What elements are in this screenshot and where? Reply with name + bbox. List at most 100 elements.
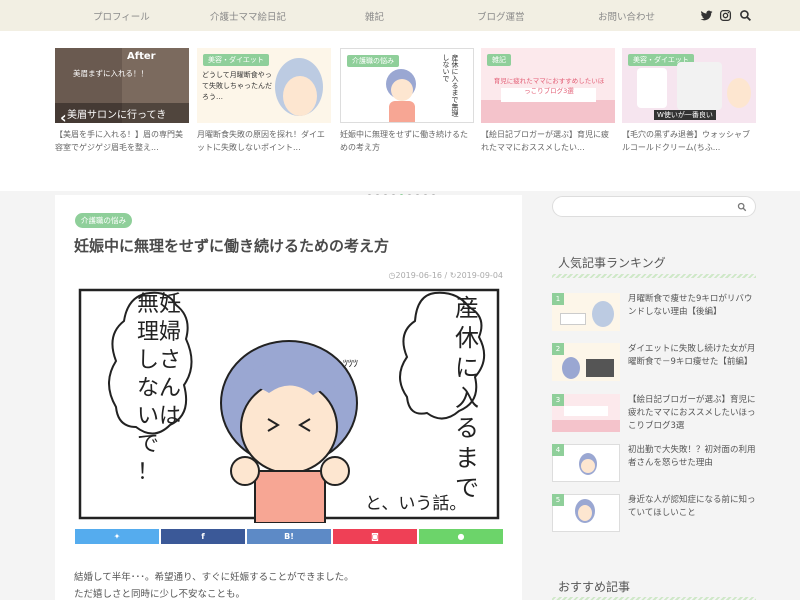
slide-thumbnail: 雑記 育児に疲れたママにおすすめしたいほっこりブログ3選 — [481, 48, 615, 123]
featured-carousel: After 美眉まずに入れる！！ 美眉サロンに行ってきた！！ 【美眉を手に入れる… — [0, 31, 800, 197]
search-icon[interactable] — [737, 202, 747, 212]
hero-char: 理 — [137, 320, 160, 345]
slide-caption[interactable]: 妊娠中に無理をせずに働き続けるための考え方 — [340, 128, 474, 156]
date-separator: / — [444, 271, 448, 280]
slide-overlay-text: 美眉まずに入れる！！ — [73, 69, 148, 78]
slide-caption[interactable]: 【美眉を手に入れる！】眉の専門美容室でゲジゲジ眉毛を整え... — [55, 128, 189, 156]
hero-char: 無 — [137, 292, 160, 317]
carousel-slide[interactable]: 美容・ダイエット どうして月曜断食やって失敗しちゃったんだろう… 月曜断食失敗の… — [197, 48, 331, 156]
hero-char: ！ — [137, 460, 160, 485]
ranking-item[interactable]: 1 月曜断食で痩せた9キロがリバウンドしない理由【後編】 — [552, 293, 756, 337]
hero-char: な — [137, 376, 160, 401]
published-date: 2019-06-16 — [395, 271, 443, 280]
hero-char: ま — [455, 444, 479, 472]
twitter-icon: ✦ — [113, 532, 121, 541]
sidebar-search-input[interactable] — [552, 196, 756, 217]
article-hero-image: ﾂﾂﾂ 産休に入るまで 妊婦さんは 無理しないで！ と、いう話。 — [75, 285, 503, 524]
hero-char: 婦 — [159, 320, 182, 345]
hero-char: い — [137, 404, 160, 429]
rank-title[interactable]: ダイエットに失敗し続けた女が月曜断食で－9キロ痩せた【前編】 — [628, 343, 758, 369]
facebook-icon: f — [201, 532, 205, 541]
hero-char: は — [159, 404, 182, 429]
share-line-button[interactable]: ● — [419, 529, 503, 544]
updated-date: 2019-09-04 — [456, 271, 504, 280]
rank-number: 2 — [552, 343, 564, 355]
share-pocket-button[interactable]: ◙ — [333, 529, 417, 544]
hero-char: る — [455, 414, 479, 442]
top-navigation: プロフィール 介護士ママ絵日記 雑記 ブログ運営 お問い合わせ — [0, 0, 800, 31]
rank-number: 4 — [552, 444, 564, 456]
nav-care-diary[interactable]: 介護士ママ絵日記 — [210, 9, 286, 23]
hero-char: さ — [159, 348, 182, 373]
article-card: 介護職の悩み 妊娠中に無理をせずに働き続けるための考え方 ◷2019-06-16… — [55, 195, 522, 600]
slide-caption[interactable]: 月曜断食失敗の原因を探れ！ダイエットに失敗しないポイント... — [197, 128, 331, 156]
hero-char: 妊 — [159, 292, 182, 317]
rank-title[interactable]: 月曜断食で痩せた9キロがリバウンドしない理由【後編】 — [628, 293, 758, 319]
heading-stripe — [552, 274, 756, 278]
rank-title[interactable]: 身近な人が認知症になる前に知っていてほしいこと — [628, 494, 758, 520]
carousel-slide[interactable]: 雑記 育児に疲れたママにおすすめしたいほっこりブログ3選 【絵日記ブロガーが選ぶ… — [481, 48, 615, 156]
hero-char: 産 — [455, 294, 479, 322]
share-hatena-button[interactable]: B! — [247, 529, 331, 544]
slide-category: 雑記 — [487, 54, 511, 66]
nav-profile[interactable]: プロフィール — [93, 9, 150, 23]
ranking-heading: 人気記事ランキング — [552, 254, 756, 278]
slide-thumbnail: 介護職の悩み 産休に入るまで無理しないで — [340, 48, 474, 123]
ranking-item[interactable]: 2 ダイエットに失敗し続けた女が月曜断食で－9キロ痩せた【前編】 — [552, 343, 756, 387]
slide-thumbnail: 美容・ダイエット W使いが一番良い — [622, 48, 756, 123]
share-facebook-button[interactable]: f — [161, 529, 245, 544]
body-paragraph: ただ嬉しさと同時に少し不安なことも。 — [74, 589, 246, 600]
slide-banner: 美眉サロンに行ってきた！！ — [67, 110, 167, 121]
rank-title[interactable]: 初出勤で大失敗！？初対面の利用者さんを怒らせた理由 — [628, 444, 758, 470]
slide-caption[interactable]: 【毛穴の黒ずみ退善】ウォッシャブルコールドクリーム(ちふ... — [622, 128, 756, 156]
clock-icon: ◷ — [388, 271, 396, 280]
hero-char: で — [137, 432, 160, 457]
article-title: 妊娠中に無理をせずに働き続けるための考え方 — [74, 237, 390, 255]
instagram-icon[interactable] — [719, 9, 732, 22]
hero-char: 入 — [455, 384, 479, 412]
hatena-icon: B! — [284, 532, 294, 541]
ranking-item[interactable]: 4 初出勤で大失敗！？初対面の利用者さんを怒らせた理由 — [552, 444, 756, 488]
slide-overlay-text: どうして月曜断食やって失敗しちゃったんだろう… — [202, 71, 272, 101]
svg-text:ﾂﾂﾂ: ﾂﾂﾂ — [343, 359, 358, 370]
carousel-slide[interactable]: 美容・ダイエット W使いが一番良い 【毛穴の黒ずみ退善】ウォッシャブルコールドク… — [622, 48, 756, 156]
hero-char: し — [137, 348, 160, 373]
carousel-prev-arrow[interactable]: ‹ — [60, 108, 67, 127]
twitter-icon[interactable] — [700, 9, 713, 22]
slide-overlay-text: 育児に疲れたママにおすすめしたいほっこりブログ3選 — [493, 77, 605, 95]
ranking-heading-label: 人気記事ランキング — [558, 256, 666, 270]
recommend-heading-label: おすすめ記事 — [558, 580, 631, 594]
slide-overlay-text: W使いが一番良い — [654, 110, 716, 120]
slide-category: 美容・ダイエット — [203, 54, 269, 66]
slide-caption[interactable]: 【絵日記ブロガーが選ぶ】育児に疲れたママにおススメしたい... — [481, 128, 615, 156]
slide-thumbnail: 美容・ダイエット どうして月曜断食やって失敗しちゃったんだろう… — [197, 48, 331, 123]
recommend-heading: おすすめ記事 — [552, 578, 756, 600]
ranking-item[interactable]: 5 身近な人が認知症になる前に知っていてほしいこと — [552, 494, 756, 538]
share-twitter-button[interactable]: ✦ — [75, 529, 159, 544]
nav-misc[interactable]: 雑記 — [365, 9, 384, 23]
rank-number: 1 — [552, 293, 564, 305]
search-icon[interactable] — [739, 9, 752, 22]
rank-number: 5 — [552, 494, 564, 506]
article-body: 結婚して半年･･･。希望通り、すぐに妊娠することができました。 ただ嬉しさと同時… — [74, 569, 354, 600]
carousel-slide[interactable]: 介護職の悩み 産休に入るまで無理しないで 妊娠中に無理をせずに働き続けるための考… — [340, 48, 474, 156]
rank-title[interactable]: 【絵日記ブロガーが選ぶ】育児に疲れたママにおススメしたいほっこりブログ3選 — [628, 394, 758, 433]
refresh-icon: ↻ — [449, 271, 457, 280]
nav-blog[interactable]: ブログ運営 — [477, 9, 525, 23]
hero-char: ん — [159, 376, 182, 401]
after-label: After — [127, 51, 156, 62]
body-paragraph: 結婚して半年･･･。希望通り、すぐに妊娠することができました。 — [74, 572, 354, 583]
carousel-slide[interactable]: After 美眉まずに入れる！！ 美眉サロンに行ってきた！！ 【美眉を手に入れる… — [55, 48, 189, 156]
line-icon: ● — [457, 532, 465, 541]
ranking-item[interactable]: 3 【絵日記ブロガーが選ぶ】育児に疲れたママにおススメしたいほっこりブログ3選 — [552, 394, 756, 438]
nav-contact[interactable]: お問い合わせ — [598, 9, 655, 23]
pocket-icon: ◙ — [371, 532, 379, 541]
slide-thumbnail: After 美眉まずに入れる！！ 美眉サロンに行ってきた！！ — [55, 48, 189, 123]
hero-char: に — [455, 354, 479, 382]
article-category[interactable]: 介護職の悩み — [75, 213, 132, 228]
rank-number: 3 — [552, 394, 564, 406]
article-dates: ◷2019-06-16 / ↻2019-09-04 — [389, 271, 503, 280]
slide-category: 介護職の悩み — [347, 55, 399, 67]
hero-char: 休 — [455, 324, 479, 352]
slide-overlay-text: 産休に入るまで無理しないで — [442, 54, 459, 117]
